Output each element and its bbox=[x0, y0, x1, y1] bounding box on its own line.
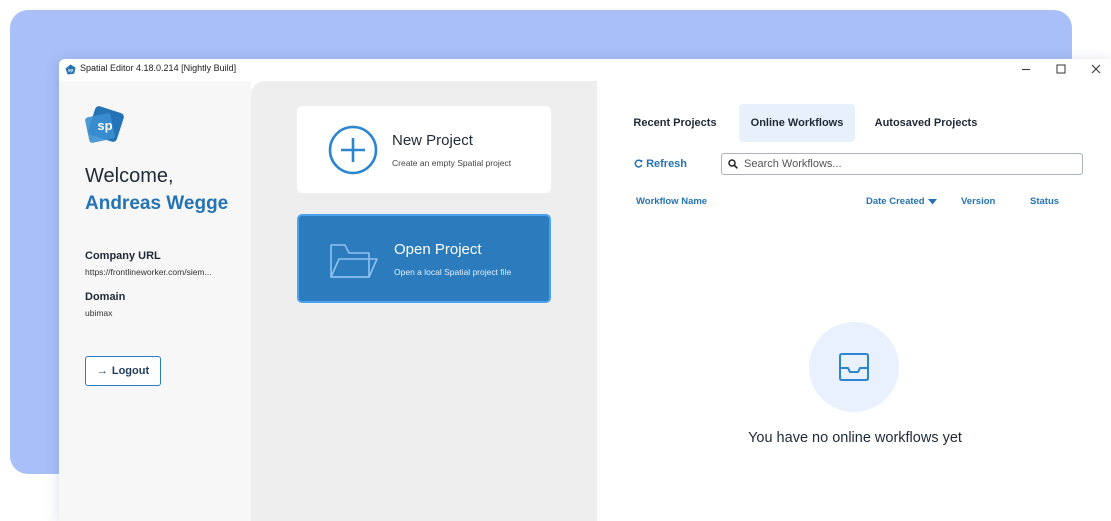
date-created-label: Date Created bbox=[866, 196, 925, 207]
project-actions-panel: New Project Create an empty Spatial proj… bbox=[251, 81, 597, 521]
refresh-icon bbox=[634, 159, 643, 168]
refresh-label: Refresh bbox=[646, 158, 688, 170]
new-project-button[interactable]: New Project Create an empty Spatial proj… bbox=[297, 106, 551, 193]
minimize-button[interactable] bbox=[1009, 59, 1043, 79]
logout-button[interactable]: → Logout bbox=[85, 356, 161, 386]
svg-text:sp: sp bbox=[97, 118, 112, 133]
new-project-title: New Project bbox=[392, 132, 473, 149]
tab-online-workflows[interactable]: Online Workflows bbox=[739, 104, 855, 142]
title-bar: sp Spatial Editor 4.18.0.214 [Nightly Bu… bbox=[59, 59, 1111, 81]
search-box[interactable] bbox=[721, 153, 1083, 175]
column-header-version[interactable]: Version bbox=[961, 196, 995, 207]
column-header-workflow-name[interactable]: Workflow Name bbox=[636, 196, 707, 207]
inbox-icon bbox=[839, 353, 869, 381]
spatial-logo: sp bbox=[85, 106, 124, 143]
window-title: Spatial Editor 4.18.0.214 [Nightly Build… bbox=[80, 63, 237, 73]
column-header-date-created[interactable]: Date Created bbox=[866, 196, 937, 207]
tab-autosaved-projects[interactable]: Autosaved Projects bbox=[867, 104, 985, 142]
app-window: sp Spatial Editor 4.18.0.214 [Nightly Bu… bbox=[59, 59, 1111, 521]
logout-label: Logout bbox=[111, 365, 150, 377]
user-sidebar: sp Welcome, Andreas Wegge Company URL ht… bbox=[59, 81, 251, 521]
app-logo-icon: sp bbox=[65, 64, 76, 75]
maximize-icon bbox=[1056, 64, 1066, 74]
domain-value: ubimax bbox=[85, 308, 113, 318]
workflows-panel: Recent Projects Online Workflows Autosav… bbox=[597, 81, 1111, 521]
search-input[interactable] bbox=[744, 156, 1074, 172]
column-header-status[interactable]: Status bbox=[1030, 196, 1059, 207]
user-name: Andreas Wegge bbox=[85, 193, 229, 214]
new-project-subtitle: Create an empty Spatial project bbox=[392, 158, 512, 168]
empty-state-illustration bbox=[809, 322, 899, 412]
arrow-right-icon: → bbox=[96, 365, 108, 377]
close-icon bbox=[1091, 64, 1101, 74]
plus-circle-icon bbox=[328, 125, 378, 175]
open-project-title: Open Project bbox=[394, 241, 482, 258]
open-project-subtitle: Open a local Spatial project file bbox=[394, 267, 512, 277]
domain-label: Domain bbox=[85, 291, 126, 303]
tab-recent-projects[interactable]: Recent Projects bbox=[629, 104, 721, 142]
maximize-button[interactable] bbox=[1044, 59, 1078, 79]
open-project-button[interactable]: Open Project Open a local Spatial projec… bbox=[297, 214, 551, 303]
close-button[interactable] bbox=[1079, 59, 1111, 79]
minimize-icon bbox=[1022, 69, 1030, 70]
sort-descending-icon bbox=[927, 198, 937, 204]
welcome-text: Welcome, bbox=[85, 165, 174, 187]
svg-text:sp: sp bbox=[68, 68, 74, 73]
company-url-label: Company URL bbox=[85, 250, 161, 262]
folder-open-icon bbox=[330, 244, 378, 278]
search-icon bbox=[728, 159, 738, 169]
refresh-button[interactable]: Refresh bbox=[634, 158, 687, 170]
company-url-value: https://frontlineworker.com/siem... bbox=[85, 267, 212, 277]
empty-state-message: You have no online workflows yet bbox=[748, 430, 962, 446]
